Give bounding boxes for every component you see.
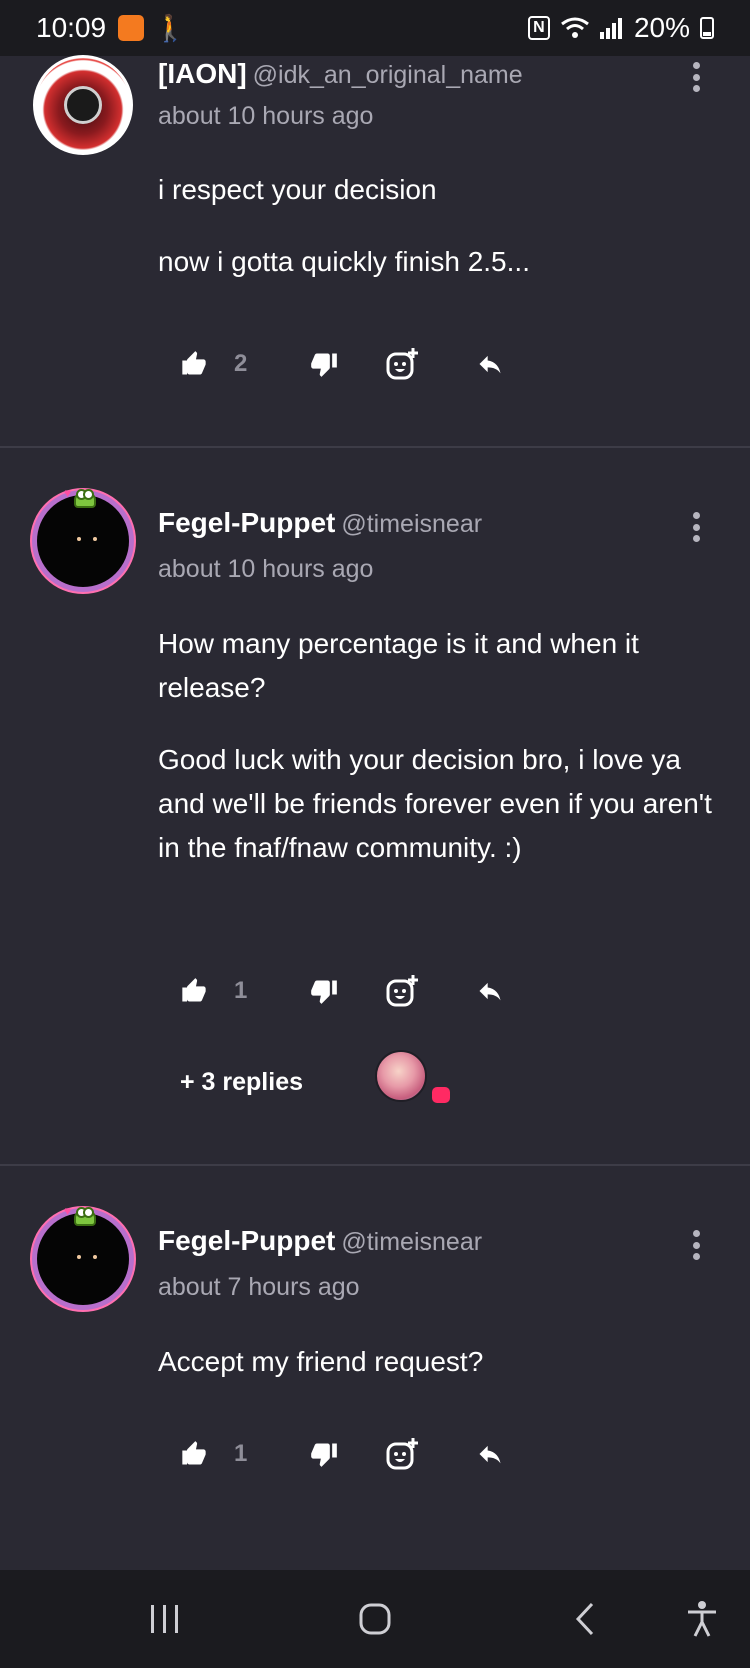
status-time: 10:09	[36, 12, 107, 43]
nfc-icon: N	[527, 16, 550, 40]
author-handle: @timeisnear	[341, 1228, 483, 1256]
recent-apps-button[interactable]	[140, 1570, 190, 1668]
thumbs-up-icon	[182, 978, 206, 1002]
comment-actions: 1	[180, 1434, 540, 1474]
comment-timestamp: about 10 hours ago	[158, 555, 374, 583]
like-button[interactable]	[180, 971, 208, 1011]
comment-body: i respect your decision now i gotta quic…	[158, 168, 718, 284]
like-button[interactable]	[180, 1434, 208, 1474]
author-handle: @idk_an_original_name	[252, 61, 523, 89]
comment-timestamp: about 10 hours ago	[158, 102, 374, 130]
comment-actions: 2	[180, 344, 540, 384]
comment-paragraph: How many percentage is it and when it re…	[158, 628, 639, 703]
add-reaction-icon	[386, 975, 418, 1007]
add-reaction-button[interactable]	[385, 1434, 419, 1474]
dislike-button[interactable]	[310, 1434, 338, 1474]
like-count: 2	[234, 350, 248, 377]
frog-badge-icon	[74, 489, 96, 508]
heart-icon: ♥	[64, 486, 72, 500]
comment-body: Accept my friend request?	[158, 1340, 718, 1384]
system-navigation-bar	[0, 1570, 750, 1668]
thumbs-down-icon	[311, 980, 337, 1004]
comment-body: How many percentage is it and when it re…	[158, 622, 718, 870]
comment-paragraph: i respect your decision	[158, 174, 437, 205]
like-count: 1	[234, 1440, 248, 1467]
signal-icon	[599, 18, 622, 39]
more-vert-icon[interactable]	[690, 512, 702, 542]
battery-icon	[700, 17, 714, 39]
view-replies-button[interactable]: + 3 replies	[180, 1068, 303, 1097]
reply-button[interactable]	[475, 1434, 505, 1474]
reply-icon	[479, 355, 501, 374]
reply-button[interactable]	[475, 971, 505, 1011]
home-button[interactable]	[350, 1570, 400, 1668]
add-reaction-button[interactable]	[385, 971, 419, 1011]
add-reaction-icon	[386, 348, 418, 380]
author-display-name: Fegel-Puppet	[158, 507, 336, 538]
back-icon	[575, 1602, 594, 1636]
reply-badge-icon	[432, 1087, 450, 1103]
add-reaction-icon	[386, 1438, 418, 1470]
comment-paragraph: Accept my friend request?	[158, 1346, 484, 1377]
more-vert-icon[interactable]	[690, 62, 702, 92]
add-reaction-button[interactable]	[385, 344, 419, 384]
avatar-emblem	[64, 86, 102, 124]
comment-divider	[0, 446, 750, 448]
accessibility-icon	[688, 1601, 716, 1637]
dislike-button[interactable]	[310, 344, 338, 384]
reply-icon	[479, 982, 501, 1001]
accessibility-button[interactable]	[680, 1570, 724, 1668]
back-button[interactable]	[565, 1570, 605, 1668]
author-handle: @timeisnear	[341, 510, 483, 538]
author-display-name: Fegel-Puppet	[158, 1225, 336, 1256]
dislike-button[interactable]	[310, 971, 338, 1011]
like-button[interactable]	[180, 344, 208, 384]
frog-badge-icon	[74, 1207, 96, 1226]
status-indicators: N 20%	[527, 12, 714, 44]
comment-paragraph: now i gotta quickly finish 2.5...	[158, 246, 530, 277]
author-display-name: [IAON]	[158, 58, 247, 89]
author-name[interactable]: Fegel-Puppet @timeisnear	[158, 507, 482, 539]
like-count: 1	[234, 977, 248, 1004]
recent-apps-icon	[151, 1605, 178, 1633]
thumbs-up-icon	[182, 351, 206, 375]
avatar[interactable]	[37, 495, 129, 587]
app-notification-icon	[118, 15, 145, 41]
reply-author-avatar[interactable]	[375, 1050, 427, 1102]
reply-button[interactable]	[475, 344, 505, 384]
thumbs-down-icon	[311, 1443, 337, 1467]
avatar[interactable]	[33, 55, 133, 155]
comment-timestamp: about 7 hours ago	[158, 1273, 360, 1301]
status-bar: 10:09 🚶 N 20%	[0, 0, 750, 56]
comment-divider	[0, 1164, 750, 1166]
more-vert-icon[interactable]	[690, 1230, 702, 1260]
author-name[interactable]: [IAON] @idk_an_original_name	[158, 58, 523, 90]
comment-actions: 1	[180, 971, 540, 1011]
thumbs-down-icon	[311, 353, 337, 377]
reply-icon	[479, 1445, 501, 1464]
thumbs-up-icon	[182, 1441, 206, 1465]
walking-icon: 🚶	[154, 12, 187, 43]
author-name[interactable]: Fegel-Puppet @timeisnear	[158, 1225, 482, 1257]
heart-icon: ♥	[64, 1204, 72, 1218]
avatar[interactable]	[37, 1213, 129, 1305]
battery-percent: 20%	[633, 12, 690, 43]
home-icon	[359, 1603, 391, 1635]
wifi-icon	[561, 17, 589, 38]
comment-paragraph: Good luck with your decision bro, i love…	[158, 744, 712, 863]
